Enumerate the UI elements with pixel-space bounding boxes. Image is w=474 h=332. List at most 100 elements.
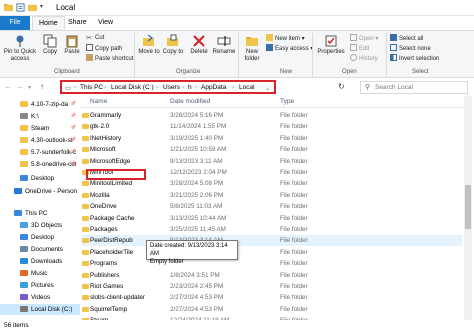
nav-item[interactable]: Desktop	[0, 232, 80, 243]
select-none-button[interactable]: Select none	[390, 44, 431, 53]
address-bar[interactable]: ▭ › This PC › Local Disk (C:) › Users › …	[60, 80, 276, 94]
tab-share[interactable]: Share	[62, 16, 93, 30]
pin-icon[interactable]: 📌	[70, 135, 76, 146]
scrollbar-thumb[interactable]	[465, 185, 471, 229]
nav-item[interactable]: K:\ 📌	[0, 111, 80, 122]
file-type: File folder	[280, 203, 308, 211]
file-date: 1/8/2024 3:51 PM	[170, 271, 220, 279]
tab-view[interactable]: View	[92, 16, 119, 30]
nav-item[interactable]: 4.10-7-zip-da 📌	[0, 99, 80, 110]
list-item[interactable]: SquirrelTemp 2/27/2024 4:53 PM File folder	[82, 304, 462, 315]
folder-icon	[4, 3, 13, 12]
breadcrumb-this-pc[interactable]: This PC	[80, 84, 103, 91]
tab-file[interactable]: File	[0, 16, 30, 30]
new-folder-icon	[246, 37, 258, 46]
pin-icon[interactable]: 📌	[70, 99, 76, 110]
nav-item[interactable]: Local Disk (C:)	[0, 304, 80, 315]
paste-shortcut-button[interactable]: Paste shortcut	[86, 54, 133, 63]
list-item[interactable]: Mozilla 3/21/2025 2:06 PM File folder	[82, 190, 462, 201]
list-item[interactable]: Microsoft 1/21/2025 10:59 AM File folder	[82, 144, 462, 155]
nav-item[interactable]: 5.7-sunderfolk-c 📌	[0, 147, 80, 158]
quick-access-dropdown-icon[interactable]: ▾	[40, 3, 49, 12]
list-item[interactable]: MicrosoftEdge 9/13/2023 3:11 AM File folde…	[82, 156, 462, 167]
nav-item[interactable]: This PC	[0, 208, 80, 219]
breadcrumb-appdata[interactable]: AppData	[201, 84, 226, 91]
breadcrumb-local-disk[interactable]: Local Disk (C:)	[111, 84, 154, 91]
paste-button[interactable]: Paste	[62, 34, 82, 56]
nav-item[interactable]: Videos	[0, 292, 80, 303]
nav-item[interactable]: 3D Objects	[0, 220, 80, 231]
pin-quick-access-button[interactable]: Pin to Quick access	[2, 34, 38, 63]
edit-button[interactable]: Edit	[350, 44, 369, 53]
new-folder-button[interactable]: New folder	[241, 34, 263, 63]
column-type[interactable]: Type	[280, 98, 294, 105]
nav-item-label: 4.10-7-zip-da	[31, 101, 69, 108]
copy-label: Copy	[42, 49, 57, 55]
title-bar: ▾ Local	[0, 0, 474, 16]
refresh-icon[interactable]: ↻	[338, 82, 345, 91]
move-to-label: Move to	[138, 49, 160, 55]
pin-icon[interactable]: 📌	[70, 123, 76, 134]
tab-home[interactable]: Home	[32, 16, 65, 30]
forward-arrow-icon[interactable]: →	[16, 82, 24, 91]
list-item[interactable]: gtk-2.0 11/14/2024 1:55 PM File folder	[82, 121, 462, 132]
new-item-button[interactable]: New item ▾	[266, 34, 305, 43]
up-arrow-icon[interactable]: ↑	[40, 82, 44, 91]
properties-button[interactable]: Properties	[316, 34, 346, 56]
breadcrumb-local[interactable]: Local	[239, 84, 255, 91]
list-item[interactable]: MinitoolLimited 3/28/2024 5:08 PM File fol…	[82, 178, 462, 189]
list-item[interactable]: OneDrive 5/8/2025 11:03 AM File folder	[82, 201, 462, 212]
list-item[interactable]: Programs File folder	[82, 258, 462, 269]
nav-item[interactable]: Music	[0, 268, 80, 279]
properties-icon[interactable]	[16, 3, 25, 12]
invert-selection-button[interactable]: Invert selection	[390, 54, 439, 63]
edit-icon	[350, 44, 357, 51]
open-button[interactable]: Open ▾	[350, 34, 378, 43]
file-type: File folder	[280, 123, 308, 131]
file-name: INetHistory	[90, 134, 122, 142]
pin-icon[interactable]: 📌	[70, 111, 76, 122]
nav-item[interactable]: 5.8-onedrive-cor 📌	[0, 159, 80, 170]
nav-item[interactable]: Documents	[0, 244, 80, 255]
nav-item[interactable]: Desktop	[0, 173, 80, 184]
list-item[interactable]: Package Cache 3/13/2025 10:44 AM File fold…	[82, 213, 462, 224]
list-item[interactable]: slobs-client-updater 2/27/2024 4:53 PM Fil…	[82, 292, 462, 303]
breadcrumb-user[interactable]: h	[188, 84, 192, 91]
delete-button[interactable]: Delete	[188, 34, 210, 56]
list-item[interactable]: PeerDistRepub9/13/2023 3:14 AMFile folde…	[82, 235, 462, 247]
list-item[interactable]: Riot Games 2/23/2024 2:45 PM File folder	[82, 281, 462, 292]
cut-button[interactable]: ✂ Cut	[86, 34, 104, 42]
search-box[interactable]: ⚲ Search Local	[360, 81, 468, 94]
list-item[interactable]: Publishers 1/8/2024 3:51 PM File folder	[82, 270, 462, 281]
nav-item[interactable]: Pictures	[0, 280, 80, 291]
rename-button[interactable]: Rename	[212, 34, 236, 56]
pin-icon[interactable]: 📌	[70, 159, 76, 170]
column-date-modified[interactable]: Date modified	[170, 98, 210, 105]
copy-button[interactable]: Copy	[40, 34, 60, 56]
nav-item[interactable]: Downloads	[0, 256, 80, 267]
folder-icon	[82, 249, 89, 255]
nav-item[interactable]: OneDrive - Person	[0, 186, 80, 197]
list-item[interactable]: Packages 3/25/2025 11:45 AM File folder	[82, 224, 462, 235]
column-name[interactable]: Name	[90, 98, 107, 105]
breadcrumb-users[interactable]: Users	[163, 84, 180, 91]
nav-item[interactable]: Steam 📌	[0, 123, 80, 134]
history-button[interactable]: History	[350, 54, 378, 63]
pin-icon[interactable]: 📌	[70, 147, 76, 158]
list-item[interactable]: Grammarly 3/28/2024 5:16 PM File folder	[82, 110, 462, 121]
list-item[interactable]: PlaceholderTile File folder	[82, 247, 462, 258]
copy-to-button[interactable]: Copy to	[162, 34, 184, 56]
new-folder-icon[interactable]	[28, 3, 37, 12]
organize-group-label: Organize	[176, 69, 201, 75]
chevron-down-icon[interactable]: ⌄	[265, 84, 270, 92]
folder-icon	[82, 261, 89, 267]
back-arrow-icon[interactable]: ←	[4, 82, 12, 91]
copy-path-button[interactable]: Copy path	[86, 44, 122, 53]
easy-access-button[interactable]: Easy access ▾	[266, 44, 313, 53]
nav-item[interactable]: 4.30-outlook-st 📌	[0, 135, 80, 146]
copy-to-label: Copy to	[162, 49, 184, 55]
move-to-button[interactable]: Move to	[138, 34, 160, 56]
list-item[interactable]: INetHistory 3/19/2025 1:40 PM File folder	[82, 133, 462, 144]
select-all-button[interactable]: Select all	[390, 34, 423, 43]
recent-dropdown-icon[interactable]: ▾	[28, 84, 31, 91]
